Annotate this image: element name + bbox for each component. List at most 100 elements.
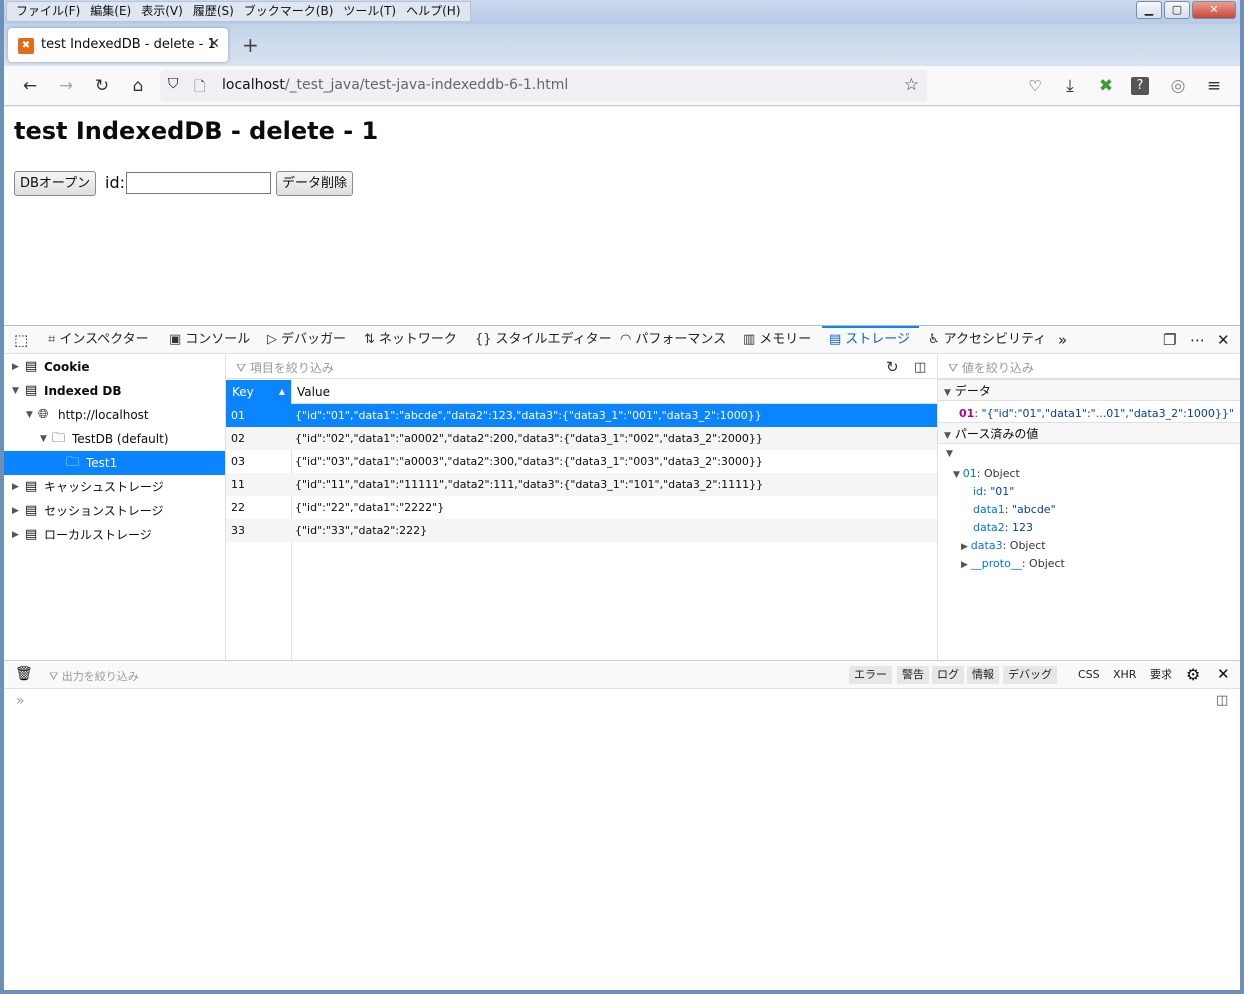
- menu-help[interactable]: ヘルプ(H): [401, 2, 465, 21]
- value-filter-bar: ⛛ 値を絞り込み: [938, 355, 1240, 379]
- filter-debug-button[interactable]: デバッグ: [1003, 666, 1057, 684]
- page-info-icon[interactable]: 🗋: [194, 76, 205, 100]
- tree-item-cache[interactable]: ▶ ▤ キャッシュストレージ: [4, 475, 225, 499]
- filter-warnings-button[interactable]: 警告: [897, 666, 929, 684]
- table-row[interactable]: 01 {"id":"01","data1":"abcde","data2":12…: [226, 404, 937, 427]
- trash-icon[interactable]: 🗑︎: [15, 666, 33, 682]
- table-row[interactable]: 02 {"id":"02","data1":"a0002","data2":20…: [226, 427, 937, 450]
- reload-icon[interactable]: ↻: [91, 75, 113, 97]
- menu-edit[interactable]: 編集(E): [85, 2, 136, 21]
- filter-xhr-button[interactable]: XHR: [1108, 666, 1141, 684]
- back-icon[interactable]: ←: [19, 75, 41, 97]
- console-filter-input[interactable]: ⛛ 出力を絞り込み: [49, 668, 139, 684]
- console-output[interactable]: » ◫: [4, 689, 1240, 990]
- tab-style-editor[interactable]: {} スタイルエディター: [475, 326, 612, 354]
- collapse-icon[interactable]: ▼: [26, 403, 33, 427]
- help-icon[interactable]: ?: [1131, 77, 1149, 95]
- tab-console[interactable]: ▣ コンソール: [169, 326, 250, 354]
- accessibility-icon: ♿: [928, 332, 940, 347]
- tree-item-indexeddb[interactable]: ▼ ▤ Indexed DB: [4, 379, 225, 403]
- tree-item-store[interactable]: 🗀 Test1: [4, 451, 225, 475]
- bookmark-star-icon[interactable]: ☆: [904, 75, 919, 95]
- table-filter-input[interactable]: ⛛ 項目を絞り込み: [236, 359, 334, 376]
- tab-network[interactable]: ⇅ ネットワーク: [364, 326, 457, 354]
- tree-item-cookie[interactable]: ▶ ▤ Cookie: [4, 355, 225, 379]
- tree-item-session[interactable]: ▶ ▤ セッションストレージ: [4, 499, 225, 523]
- tab-debugger[interactable]: ▷ デバッガー: [267, 326, 346, 354]
- filter-errors-button[interactable]: エラー: [849, 666, 892, 684]
- delete-data-button[interactable]: データ削除: [276, 171, 354, 196]
- collapse-icon[interactable]: ▼: [40, 427, 47, 451]
- window-close-button[interactable]: ✕: [1192, 1, 1236, 19]
- filter-logs-button[interactable]: ログ: [932, 666, 964, 684]
- menu-icon[interactable]: ≡: [1203, 75, 1225, 97]
- toggle-sidebar-icon[interactable]: ◫: [914, 360, 926, 375]
- close-devtools-icon[interactable]: ✕: [1217, 326, 1230, 354]
- maximize-button[interactable]: ▢: [1164, 1, 1190, 19]
- more-options-icon[interactable]: ⋯: [1190, 326, 1205, 354]
- filter-info-button[interactable]: 情報: [967, 666, 999, 684]
- shield-icon[interactable]: ⛉: [168, 76, 179, 92]
- refresh-icon[interactable]: ↻: [886, 358, 899, 376]
- collapse-icon[interactable]: ▼: [946, 449, 953, 459]
- account-icon[interactable]: ◎: [1167, 75, 1189, 97]
- menu-tools[interactable]: ツール(T): [338, 2, 401, 21]
- pocket-icon[interactable]: ♡: [1024, 75, 1046, 97]
- forward-icon[interactable]: →: [55, 75, 77, 97]
- object-node[interactable]: ▼ 01: Object: [953, 467, 1020, 480]
- home-icon[interactable]: ⌂: [127, 75, 149, 97]
- column-key-header[interactable]: Key ▲: [226, 380, 291, 404]
- expand-icon[interactable]: ▶: [12, 499, 19, 523]
- tab-close-icon[interactable]: ✕: [208, 36, 220, 52]
- expand-icon[interactable]: ▶: [12, 475, 19, 499]
- tab-storage[interactable]: ▤ ストレージ: [822, 326, 919, 354]
- value-filter-placeholder: 値を絞り込み: [961, 361, 1034, 375]
- tab-inspector[interactable]: ⌗ インスペクター: [48, 326, 149, 354]
- dock-icon[interactable]: ❐: [1163, 326, 1176, 354]
- menu-history[interactable]: 履歴(S): [188, 2, 239, 21]
- tab-performance[interactable]: ◠ パフォーマンス: [620, 326, 726, 354]
- table-row[interactable]: 22 {"id":"22","data1":"2222"}: [226, 496, 937, 519]
- expand-icon[interactable]: ▶: [12, 523, 19, 547]
- tab-accessibility[interactable]: ♿ アクセシビリティ: [928, 326, 1046, 354]
- element-picker-icon[interactable]: ⬚: [14, 326, 28, 354]
- new-tab-icon[interactable]: +: [242, 33, 259, 57]
- db-open-button[interactable]: DBオープン: [14, 171, 97, 196]
- table-filter-placeholder: 項目を絞り込み: [249, 361, 334, 375]
- tab-memory[interactable]: ▥ メモリー: [743, 326, 811, 354]
- collapse-icon[interactable]: ▼: [12, 379, 19, 403]
- tree-item-database[interactable]: ▼ 🗀 TestDB (default): [4, 427, 225, 451]
- menu-view[interactable]: 表示(V): [136, 2, 188, 21]
- url-path: /_test_java/test-java-indexeddb-6-1.html: [284, 77, 569, 93]
- menu-file[interactable]: ファイル(F): [11, 2, 85, 21]
- data-section-header[interactable]: ▼ データ: [938, 379, 1240, 401]
- column-value-header[interactable]: Value: [291, 380, 330, 404]
- property-data3[interactable]: ▶ data3: Object: [961, 539, 1046, 552]
- value-filter-input[interactable]: ⛛ 値を絞り込み: [948, 359, 1034, 376]
- tree-item-local[interactable]: ▶ ▤ ローカルストレージ: [4, 523, 225, 547]
- tree-item-origin[interactable]: ▼ 🌐︎ http://localhost: [4, 403, 225, 427]
- parsed-section-header[interactable]: ▼ パース済みの値: [938, 422, 1240, 444]
- row-value: {"id":"22","data1":"2222"}: [295, 501, 445, 514]
- row-key: 03: [231, 455, 245, 468]
- more-tabs-icon[interactable]: »: [1058, 326, 1067, 354]
- filter-requests-button[interactable]: 要求: [1145, 666, 1177, 684]
- close-console-icon[interactable]: ✕: [1217, 665, 1230, 683]
- minimize-button[interactable]: ▁: [1136, 1, 1162, 19]
- table-row[interactable]: 03 {"id":"03","data1":"a0003","data2":30…: [226, 450, 937, 473]
- menu-bookmarks[interactable]: ブックマーク(B): [239, 2, 339, 21]
- url-bar[interactable]: ⛉ 🗋 localhost/_test_java/test-java-index…: [160, 70, 927, 102]
- browser-tab[interactable]: ✖ test IndexedDB - delete - 1 ✕: [8, 28, 228, 62]
- download-icon[interactable]: ⤓: [1059, 75, 1081, 97]
- editor-mode-icon[interactable]: ◫: [1216, 693, 1228, 708]
- property-key: data2: [973, 521, 1005, 534]
- table-row[interactable]: 33 {"id":"33","data2":222}: [226, 519, 937, 542]
- filter-css-button[interactable]: CSS: [1073, 666, 1105, 684]
- gear-icon[interactable]: ⚙: [1186, 665, 1200, 684]
- property-proto[interactable]: ▶ __proto__: Object: [961, 557, 1065, 570]
- table-row[interactable]: 11 {"id":"11","data1":"11111","data2":11…: [226, 473, 937, 496]
- expand-icon[interactable]: ▶: [12, 355, 19, 379]
- object-key: 01: [962, 467, 977, 480]
- extension-icon[interactable]: ✖: [1095, 75, 1117, 97]
- id-input[interactable]: [126, 172, 271, 194]
